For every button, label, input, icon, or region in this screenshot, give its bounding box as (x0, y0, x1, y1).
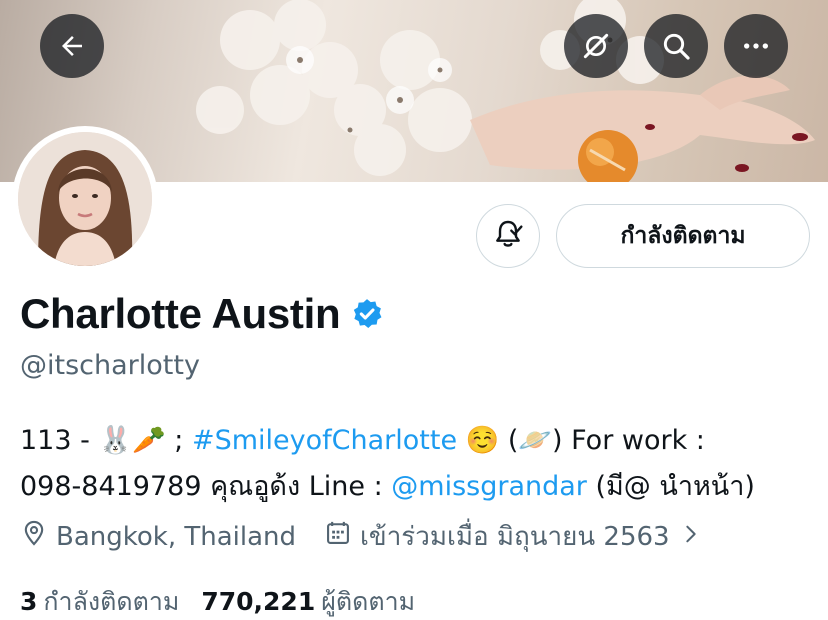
more-horizontal-icon (740, 30, 772, 62)
back-button[interactable] (40, 14, 104, 78)
eye-slash-icon (580, 30, 612, 62)
join-date[interactable]: เข้าร่วมเมื่อ มิถุนายน 2563 (324, 516, 710, 557)
location-text: Bangkok, Thailand (56, 521, 297, 552)
more-button[interactable] (724, 14, 788, 78)
location-pin-icon (20, 519, 56, 554)
followers-label: ผู้ติดตาม (321, 587, 416, 616)
arrow-left-icon (57, 31, 87, 61)
following-button[interactable]: กำลังติดตาม (556, 204, 810, 268)
profile-stats: 3 กำลังติดตาม 770,221 ผู้ติดตาม (20, 582, 437, 620)
join-date-text: เข้าร่วมเมื่อ มิถุนายน 2563 (360, 522, 670, 552)
bell-check-icon (492, 218, 524, 254)
bio-text: 098-8419789 คุณอูด้ง Line : (20, 471, 392, 502)
notifications-button[interactable] (476, 204, 540, 268)
location: Bangkok, Thailand (20, 519, 296, 554)
following-count: 3 (20, 587, 38, 616)
followers-count-link[interactable]: 770,221 ผู้ติดตาม (201, 582, 415, 620)
bio-text: ☺️ (🪐) For work : (457, 425, 705, 456)
verified-badge-icon (350, 297, 384, 331)
profile-bio: 113 - 🐰🥕 ; #SmileyofCharlotte ☺️ (🪐) For… (20, 418, 820, 510)
avatar-image (18, 132, 152, 266)
following-count-link[interactable]: 3 กำลังติดตาม (20, 582, 179, 620)
hashtag-link[interactable]: #SmileyofCharlotte (192, 425, 457, 456)
search-icon (660, 30, 692, 62)
display-name: Charlotte Austin (20, 290, 341, 337)
profile-meta: Bangkok, Thailand เข้าร่วมเมื่อ มิถุนายน… (20, 516, 710, 557)
bio-text: 113 - 🐰🥕 ; (20, 425, 192, 456)
search-button[interactable] (644, 14, 708, 78)
user-handle: @itscharlotty (20, 350, 200, 381)
chevron-right-icon (680, 522, 710, 552)
followers-count: 770,221 (201, 587, 316, 616)
bio-text: (มี@ นำหน้า) (586, 471, 755, 502)
following-label: กำลังติดตาม (43, 587, 180, 616)
calendar-icon (324, 519, 360, 554)
avatar[interactable] (12, 126, 158, 272)
mention-link[interactable]: @missgrandar (391, 471, 587, 502)
mute-button[interactable] (564, 14, 628, 78)
